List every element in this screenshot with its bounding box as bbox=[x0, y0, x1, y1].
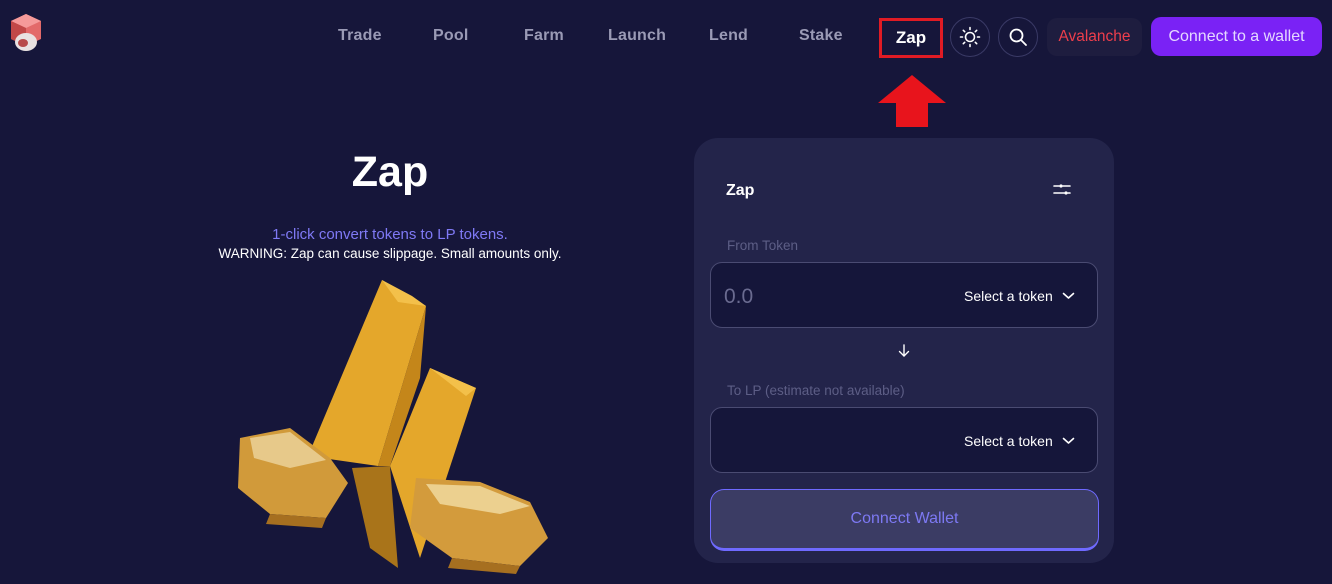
select-token-label: Select a token bbox=[964, 433, 1053, 449]
nav-stake[interactable]: Stake bbox=[799, 27, 843, 45]
search-button[interactable] bbox=[998, 17, 1038, 57]
sun-icon bbox=[959, 26, 981, 48]
arrow-down-icon[interactable] bbox=[897, 344, 911, 358]
chevron-down-icon bbox=[1062, 292, 1075, 299]
chevron-down-icon bbox=[1062, 437, 1075, 444]
select-token-label: Select a token bbox=[964, 288, 1053, 304]
nav-trade[interactable]: Trade bbox=[338, 27, 382, 45]
amount-input[interactable] bbox=[724, 283, 924, 311]
theme-toggle-button[interactable] bbox=[950, 17, 990, 57]
from-token-label: From Token bbox=[727, 238, 799, 253]
nav-pool[interactable]: Pool bbox=[433, 27, 468, 45]
settings-sliders-icon[interactable] bbox=[1052, 181, 1072, 199]
nav-farm[interactable]: Farm bbox=[524, 27, 564, 45]
nav-zap[interactable]: Zap bbox=[879, 18, 943, 58]
to-lp-label: To LP (estimate not available) bbox=[727, 383, 905, 398]
search-icon bbox=[1009, 28, 1027, 46]
network-selector-button[interactable]: Avalanche bbox=[1047, 18, 1142, 56]
pointer-arrow-icon bbox=[878, 75, 946, 127]
connect-wallet-button[interactable]: Connect Wallet bbox=[710, 489, 1099, 551]
from-token-select[interactable]: Select a token bbox=[964, 284, 1088, 308]
zap-illustration bbox=[238, 280, 548, 574]
app-logo[interactable] bbox=[8, 12, 44, 54]
nav-launch[interactable]: Launch bbox=[608, 27, 666, 45]
slippage-warning: WARNING: Zap can cause slippage. Small a… bbox=[218, 246, 562, 261]
page-title: Zap bbox=[351, 148, 429, 196]
to-lp-select[interactable]: Select a token bbox=[964, 429, 1088, 453]
card-title: Zap bbox=[726, 182, 755, 199]
page-subtitle: 1-click convert tokens to LP tokens. bbox=[272, 226, 508, 243]
nav-lend[interactable]: Lend bbox=[709, 27, 748, 45]
connect-to-wallet-button[interactable]: Connect to a wallet bbox=[1151, 17, 1322, 56]
